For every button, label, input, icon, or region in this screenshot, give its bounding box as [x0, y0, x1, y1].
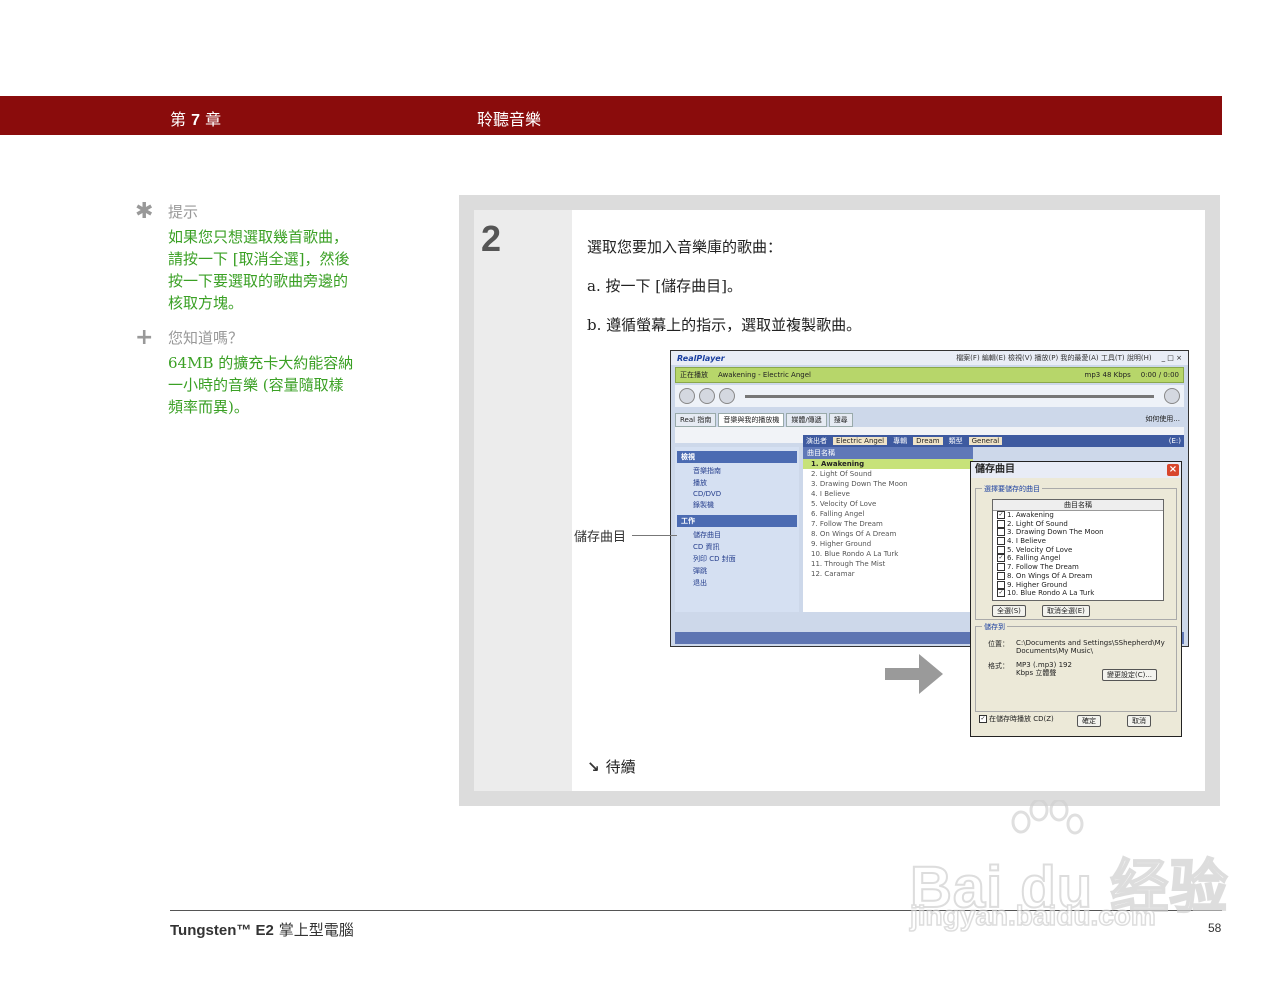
- arrow-right-icon: [885, 654, 943, 694]
- chapter-title: 聆聽音樂: [477, 110, 542, 129]
- song-item[interactable]: 4. I Believe: [993, 537, 1163, 546]
- select-all-button[interactable]: 全選(S): [992, 605, 1026, 617]
- tip-label: 提示: [168, 203, 199, 221]
- play-while-saving-option[interactable]: ✓ 在儲存時播放 CD(Z): [979, 714, 1054, 724]
- song-item[interactable]: 5. Velocity Of Love: [993, 545, 1163, 555]
- cancel-button[interactable]: 取消: [1127, 715, 1151, 727]
- volume-icon: [1164, 388, 1180, 404]
- checkbox[interactable]: [997, 563, 1005, 572]
- continued-note: ↘ 待續: [587, 758, 636, 776]
- checkbox[interactable]: [997, 528, 1005, 537]
- plus-icon: +: [135, 325, 154, 350]
- tip-text: 如果您只想選取幾首歌曲， 請按一下 [取消全選]，然後 按一下要選取的歌曲旁邊的…: [168, 228, 350, 312]
- checkbox[interactable]: ✓: [979, 715, 987, 723]
- song-item[interactable]: ✓ 6. Falling Angel: [993, 554, 1163, 563]
- ok-button[interactable]: 確定: [1077, 715, 1101, 727]
- player-tabs: Real 指南 音樂與我的播放機 媒體/傳遞 搜尋 如何使用...: [675, 413, 1184, 427]
- step-number: 2: [481, 218, 502, 259]
- did-you-know-label: 您知道嗎？: [168, 329, 244, 347]
- song-item[interactable]: 2. Light Of Sound: [993, 519, 1163, 529]
- song-item[interactable]: 9. Higher Ground: [993, 580, 1163, 590]
- select-tracks-group: 選擇要儲存的曲目 曲目名稱 ✓ 1. Awakening 2. Light Of …: [975, 484, 1177, 620]
- deselect-all-button[interactable]: 取消全選(E): [1042, 605, 1090, 617]
- checkbox[interactable]: [997, 580, 1005, 589]
- task-sidebar: 檢視 音樂指南 播放 CD/DVD 錄製機 工作 儲存曲目 CD 資訊 列印 C…: [675, 447, 799, 612]
- product-type: 掌上型電腦: [278, 921, 354, 939]
- save-tracks-callout: 儲存曲目: [574, 530, 627, 545]
- checkbox[interactable]: [997, 545, 1005, 554]
- seek-bar: [745, 394, 1154, 398]
- song-item[interactable]: 7. Follow The Dream: [993, 563, 1163, 572]
- callout-leader-line: [632, 535, 677, 536]
- now-playing-bar: 正在播放 Awakening - Electric Angel mp3 48 K…: [675, 367, 1184, 383]
- song-item[interactable]: 8. On Wings Of A Dream: [993, 571, 1163, 581]
- step-intro: 選取您要加入音樂庫的歌曲：: [587, 238, 783, 256]
- did-you-know-text: 64MB 的擴充卡大約能容納 一小時的音樂 (容量隨取樣 頻率而異)。: [168, 354, 354, 416]
- change-settings-button[interactable]: 變更設定(C)...: [1102, 669, 1158, 681]
- format-value: MP3 (.mp3) 192 Kbps 立體聲: [1016, 661, 1072, 677]
- asterisk-icon: ✱: [135, 199, 154, 224]
- close-icon[interactable]: ×: [1167, 464, 1179, 476]
- window-controls: _ □ ×: [1161, 354, 1182, 362]
- baidu-watermark: Bai du 经验 jingyan.baidu.com: [905, 800, 1228, 940]
- song-item[interactable]: ✓ 1. Awakening: [993, 511, 1163, 520]
- checkbox[interactable]: ✓: [997, 511, 1005, 519]
- checkbox[interactable]: ✓: [997, 554, 1005, 563]
- format-label: 格式：: [988, 662, 1009, 670]
- song-item[interactable]: ✓ 10. Blue Rondo A La Turk: [993, 589, 1163, 598]
- playback-controls: [675, 385, 1184, 407]
- checkbox[interactable]: ✓: [997, 589, 1005, 598]
- menu-bar: 檔案(F) 編輯(E) 檢視(V) 播放(P) 我的最愛(A) 工具(T) 說明…: [956, 354, 1152, 362]
- song-checklist: 曲目名稱 ✓ 1. Awakening 2. Light Of Sound 3. …: [992, 499, 1164, 601]
- product-brand: Tungsten™ E2: [170, 922, 274, 939]
- step-number-column: 2: [474, 210, 572, 791]
- dialog-title: 儲存曲目: [975, 464, 1015, 475]
- chapter-header: 第 7 章 聆聽音樂: [0, 96, 1222, 135]
- track-list: 曲目名稱 1. Awakening 2. Light Of Sound 3. D…: [803, 447, 973, 612]
- chapter-label: 第 7 章: [170, 110, 222, 129]
- save-to-group: 儲存到 位置： C:\Documents and Settings\SSheph…: [975, 622, 1177, 712]
- checkbox[interactable]: [997, 537, 1005, 546]
- footer: Tungsten™ E2 掌上型電腦: [170, 919, 354, 940]
- watermark-line2: jingyan.baidu.com: [909, 899, 1156, 932]
- next-icon: [719, 388, 735, 404]
- save-tracks-dialog: 儲存曲目 × 選擇要儲存的曲目 曲目名稱 ✓ 1. Awakening 2. Lig…: [970, 461, 1182, 737]
- checkbox[interactable]: [997, 571, 1005, 580]
- step-a: a. 按一下 [儲存曲目]。: [587, 277, 742, 295]
- stop-icon: [699, 388, 715, 404]
- checkbox[interactable]: [997, 519, 1005, 528]
- step-b: b. 遵循螢幕上的指示，選取並複製歌曲。: [587, 316, 862, 334]
- location-label: 位置：: [988, 640, 1009, 648]
- arrow-down-right-icon: ↘: [587, 758, 600, 776]
- song-item[interactable]: 3. Drawing Down The Moon: [993, 528, 1163, 537]
- realplayer-logo: RealPlayer: [677, 353, 725, 363]
- play-icon: [679, 388, 695, 404]
- album-info-bar: 演出者 Electric Angel 專輯 Dream 類型 General (E:): [803, 435, 1184, 447]
- location-path: C:\Documents and Settings\SShepherd\My D…: [1016, 639, 1165, 655]
